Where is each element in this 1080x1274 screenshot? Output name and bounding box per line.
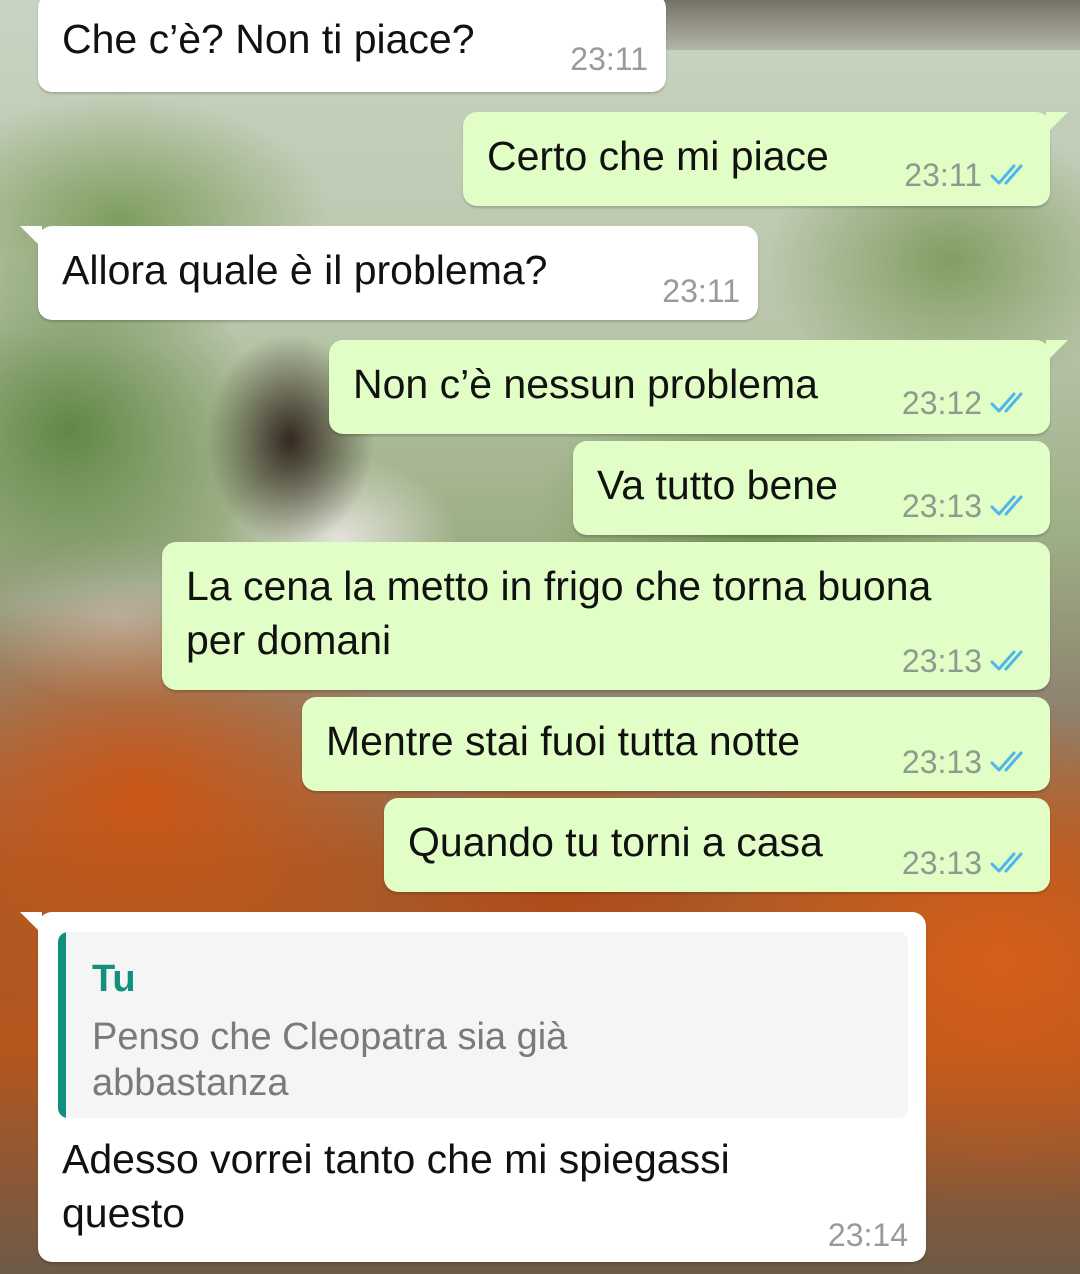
message-time: 23:11 [904, 157, 982, 193]
double-check-icon [990, 650, 1023, 671]
message-text: Quando tu torni a casa [408, 819, 823, 865]
message-time: 23:13 [901, 845, 982, 881]
message-time: 23:13 [901, 488, 982, 524]
double-check-icon [990, 852, 1023, 873]
message-bubble-outgoing[interactable]: Non c’è nessun problema 23:12 [329, 340, 1068, 434]
double-check-icon [990, 751, 1023, 772]
message-text: Va tutto bene [597, 462, 838, 508]
message-bubble-incoming-reply[interactable]: Tu Penso che Cleopatra sia già abbastanz… [20, 912, 926, 1262]
message-bubble-outgoing[interactable]: Mentre stai fuoi tutta notte 23:13 [302, 697, 1050, 791]
quote-accent-bar [58, 932, 66, 1118]
message-time: 23:13 [901, 643, 982, 679]
quoted-message[interactable]: Tu Penso che Cleopatra sia già abbastanz… [58, 932, 908, 1118]
quote-text: Penso che Cleopatra sia già abbastanza [92, 1016, 568, 1104]
quote-author: Tu [92, 958, 136, 1000]
message-time: 23:11 [570, 41, 648, 77]
message-bubble-outgoing[interactable]: Certo che mi piace 23:11 [463, 112, 1068, 206]
message-text: Adesso vorrei tanto che mi spiegassi que… [62, 1136, 730, 1236]
message-time: 23:13 [901, 744, 982, 780]
message-bubble-outgoing[interactable]: Quando tu torni a casa 23:13 [384, 798, 1050, 892]
message-bubble-outgoing[interactable]: Va tutto bene 23:13 [573, 441, 1050, 535]
message-text: Non c’è nessun problema [353, 361, 818, 407]
message-text: Che c’è? Non ti piace? [62, 16, 475, 62]
double-check-icon [990, 495, 1023, 516]
message-text: Certo che mi piace [487, 133, 829, 179]
message-bubble-incoming[interactable]: Allora quale è il problema? 23:11 [20, 226, 758, 320]
message-time: 23:12 [901, 385, 982, 421]
double-check-icon [990, 164, 1023, 185]
message-time: 23:11 [662, 273, 740, 309]
double-check-icon [990, 392, 1023, 413]
message-time: 23:14 [827, 1217, 908, 1253]
message-bubble-incoming[interactable]: Che c’è? Non ti piace? 23:11 [38, 0, 666, 92]
message-bubble-outgoing[interactable]: La cena la metto in frigo che torna buon… [162, 542, 1050, 690]
message-text: Allora quale è il problema? [62, 247, 548, 293]
message-text: Mentre stai fuoi tutta notte [326, 718, 801, 764]
message-text: La cena la metto in frigo che torna buon… [186, 563, 932, 663]
